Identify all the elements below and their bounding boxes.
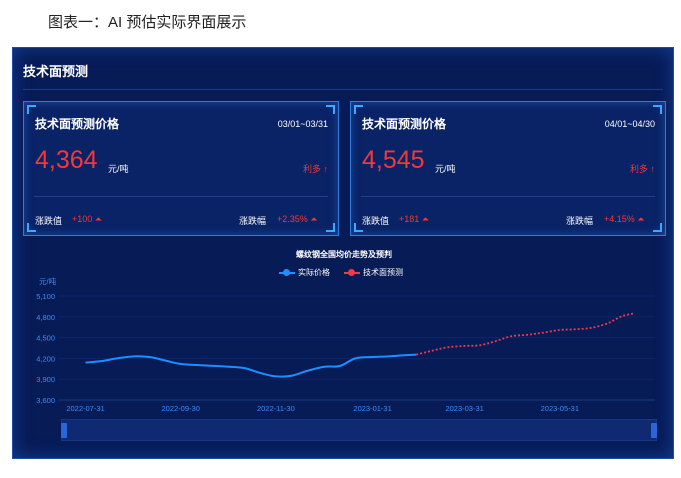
data-zoom-slider[interactable] [61,419,657,441]
forecast-panel: 技术面预测 技术面预测价格 03/01~03/31 4,364 元/吨 利多 ↑… [12,47,674,459]
x-tick-label: 2023-05-31 [541,404,579,413]
series-line-forecast [416,312,635,356]
y-tick-label: 4,800 [36,313,55,322]
y-tick-label: 4,200 [36,354,55,363]
figure-caption: 图表一：AI 预估实际界面展示 [48,14,247,31]
x-tick-label: 2023-01-31 [353,404,391,413]
zoom-handle-left[interactable] [61,423,67,438]
y-tick-label: 5,100 [36,292,55,301]
y-tick-label: 4,500 [36,334,55,343]
x-tick-label: 2022-11-30 [257,404,295,413]
x-tick-label: 2022-07-31 [66,404,104,413]
price-trend-chart: 元/吨 5,100 4,800 4,500 4,200 3,900 3,600 2022-07… [36,276,655,413]
y-axis-unit-label: 元/吨 [39,276,57,286]
x-tick-label: 2022-09-30 [162,404,200,413]
y-tick-label: 3,600 [36,396,55,405]
series-line-actual [85,353,417,378]
y-tick-label: 3,900 [36,375,55,384]
x-tick-label: 2023-03-31 [445,404,483,413]
zoom-handle-right[interactable] [651,423,657,438]
